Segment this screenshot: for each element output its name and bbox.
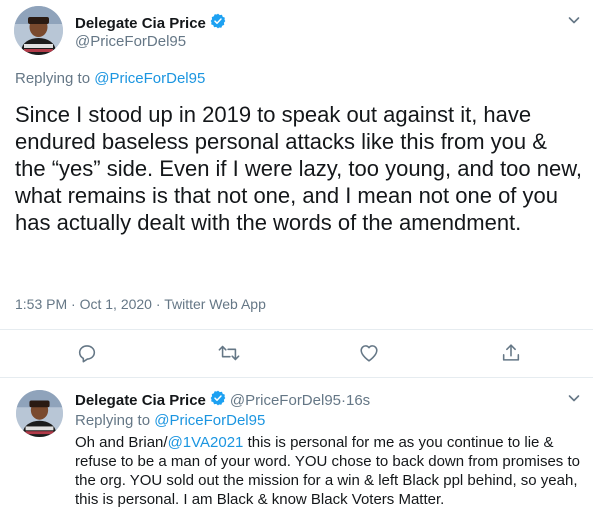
author-name[interactable]: Delegate Cia Price @PriceForDel95 · 16s <box>75 390 370 410</box>
author-handle[interactable]: @PriceForDel95 <box>75 33 186 50</box>
tweet-date[interactable]: Oct 1, 2020 <box>80 296 152 312</box>
author-handle[interactable]: @PriceForDel95 <box>230 392 341 409</box>
reply-tweet[interactable]: Delegate Cia Price @PriceForDel95 · 16s … <box>0 378 593 516</box>
verified-badge-icon <box>210 390 226 410</box>
tweet-source[interactable]: Twitter Web App <box>164 296 266 312</box>
mention-link[interactable]: @1VA2021 <box>168 434 244 451</box>
author-name[interactable]: Delegate Cia Price <box>75 13 226 33</box>
chevron-down-icon[interactable] <box>566 12 582 33</box>
tweet-time[interactable]: 1:53 PM <box>15 296 67 312</box>
main-tweet: Delegate Cia Price @PriceForDel95 Replyi… <box>0 0 593 378</box>
share-icon[interactable] <box>500 342 524 366</box>
divider <box>0 329 593 330</box>
replying-to: Replying to @PriceForDel95 <box>15 70 206 87</box>
retweet-icon[interactable] <box>217 342 241 366</box>
tweet-text: Since I stood up in 2019 to speak out ag… <box>15 102 583 235</box>
reply-icon[interactable] <box>76 342 100 366</box>
tweet-meta: 1:53 PM · Oct 1, 2020 · Twitter Web App <box>15 296 266 312</box>
avatar[interactable] <box>16 390 63 437</box>
verified-badge-icon <box>210 13 226 33</box>
tweet-text: Oh and Brian/@1VA2021 this is personal f… <box>75 434 580 508</box>
replying-to: Replying to @PriceForDel95 <box>75 412 266 429</box>
replying-to-link[interactable]: @PriceForDel95 <box>94 70 205 87</box>
replying-to-link[interactable]: @PriceForDel95 <box>154 412 265 429</box>
chevron-down-icon[interactable] <box>566 390 582 411</box>
heart-icon[interactable] <box>358 342 382 366</box>
tweet-age[interactable]: 16s <box>346 392 370 409</box>
avatar[interactable] <box>14 6 63 55</box>
